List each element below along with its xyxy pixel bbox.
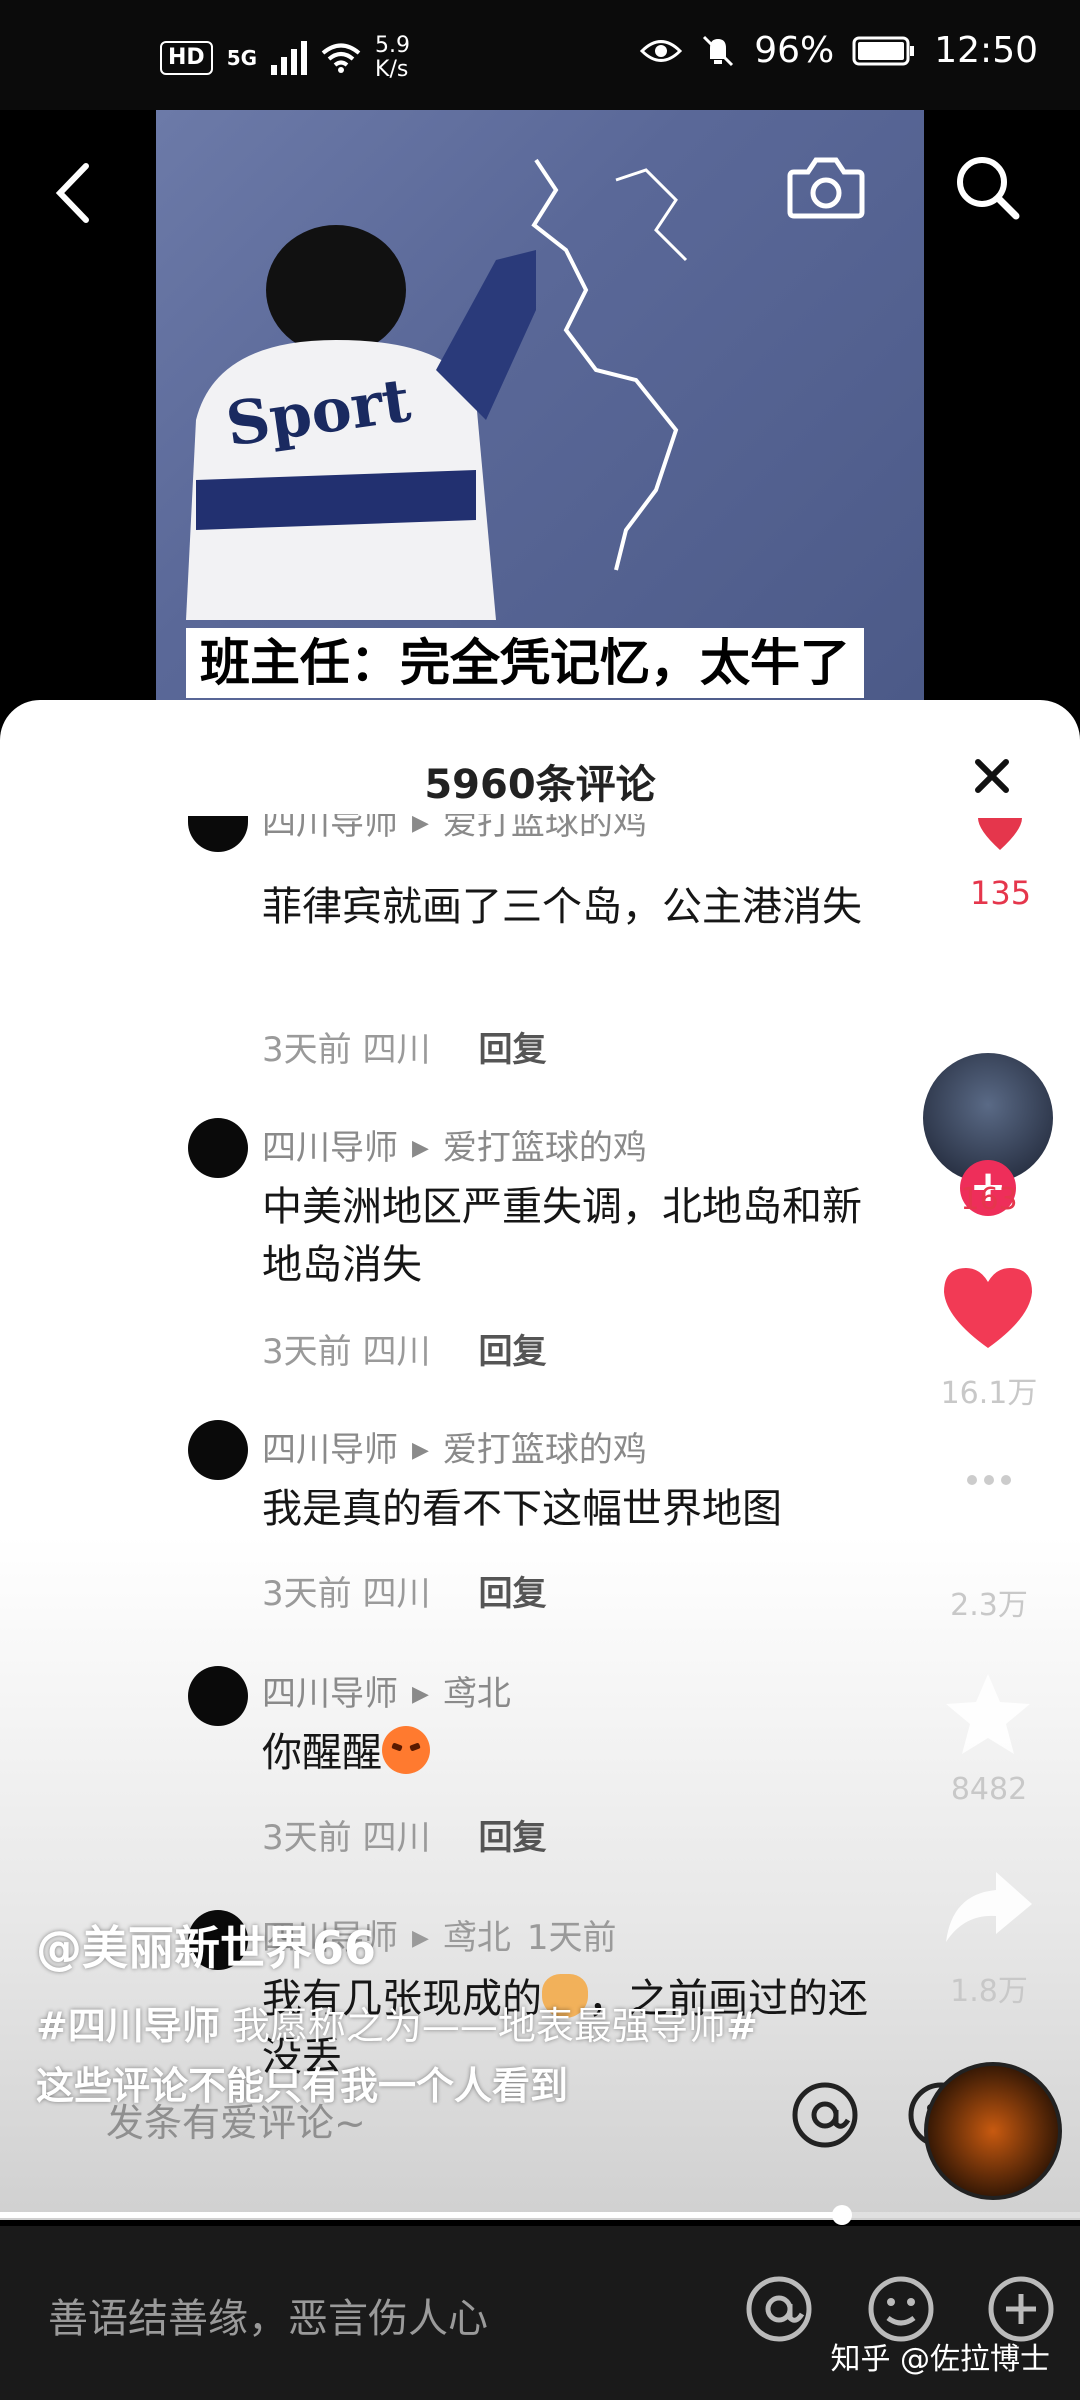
comment-like-count: 135 <box>970 874 1032 912</box>
comment-partial-avatar[interactable] <box>188 816 248 852</box>
at-mention-icon[interactable] <box>744 2274 814 2344</box>
shares-count: 1.8万 <box>950 1974 1028 2009</box>
camera-icon[interactable] <box>786 152 866 222</box>
comment-time: 1天前 <box>526 1918 617 1958</box>
like-heart-icon[interactable] <box>974 818 1026 852</box>
reply-to-username[interactable]: 鸢北 <box>443 1674 511 1714</box>
reply-to-username[interactable]: 爱打篮球的鸡 <box>443 1128 647 1168</box>
comment-text: 我是真的看不下这幅世界地图 <box>262 1486 782 1532</box>
wifi-icon <box>321 43 361 73</box>
comment-bubble-icon[interactable] <box>940 1450 1036 1530</box>
reply-to-username[interactable]: 爱打篮球的鸡 <box>443 1430 647 1470</box>
comment-meta: 四川导师 ▶ 爱打篮球的鸡 <box>262 1422 647 1471</box>
comment-footer: 3天前 四川 回复 <box>262 1818 547 1858</box>
search-icon[interactable] <box>952 152 1022 222</box>
comment-meta: 四川导师 ▶ 爱打篮球的鸡 <box>262 814 647 846</box>
back-arrow-icon[interactable] <box>52 160 96 226</box>
comments-count: 2.3万 <box>950 1588 1028 1623</box>
reply-button[interactable]: 回复 <box>478 1030 546 1070</box>
comment-avatar[interactable] <box>188 1420 248 1480</box>
comment-meta: 四川导师 ▶ 爱打篮球的鸡 <box>262 1120 647 1169</box>
reply-to-username[interactable]: 爱打篮球的鸡 <box>443 814 647 843</box>
comment-footer: 3天前 四川 回复 <box>262 1030 547 1070</box>
favorites-count: 8482 <box>950 1772 1028 1807</box>
reply-button[interactable]: 回复 <box>478 1574 546 1614</box>
reply-to-username[interactable]: 鸢北 <box>443 1918 511 1958</box>
likes-count: 16.1万 <box>940 1376 1038 1411</box>
video-progress-bar[interactable] <box>0 2205 1080 2225</box>
comments-count-title: 5960条评论 <box>424 762 656 808</box>
reply-arrow-icon: ▶ <box>412 1682 429 1707</box>
comment-footer: 3天前 四川 回复 <box>262 1332 547 1372</box>
bottom-comment-input[interactable]: 善语结善缘，恶言伤人心 <box>48 2286 488 2344</box>
video-caption: 班主任：完全凭记忆，太牛了 <box>186 628 864 698</box>
comment-username[interactable]: 四川导师 <box>262 1674 398 1714</box>
video-player[interactable]: Sport 班主任：完全凭记忆，太牛了 <box>0 110 1080 700</box>
video-description: #四川导师 我愿称之为——地表最强导师#这些评论不能只有我一个人看到 <box>36 2004 758 2108</box>
clock: 12:50 <box>934 30 1038 71</box>
reply-arrow-icon: ▶ <box>412 814 429 836</box>
comment-username[interactable]: 四川导师 <box>262 1128 398 1168</box>
eye-icon <box>640 39 683 62</box>
comment-text: 你醒醒 <box>262 1724 882 1782</box>
comment-footer: 3天前 四川 回复 <box>262 1574 547 1614</box>
comment-meta: 四川导师 ▶ 鸢北 <box>262 1666 511 1715</box>
hashtag-link[interactable]: #四川导师 <box>36 2004 220 2048</box>
battery-percent: 96% <box>754 30 835 71</box>
reply-arrow-icon: ▶ <box>412 1438 429 1463</box>
battery-icon <box>852 36 915 65</box>
like-heart-icon[interactable] <box>938 1262 1038 1352</box>
hd-indicator: HD <box>160 41 213 75</box>
network-speed: 5.9 K/s <box>375 33 411 82</box>
progress-fill <box>0 2212 843 2218</box>
comment-username[interactable]: 四川导师 <box>262 814 398 843</box>
share-arrow-icon[interactable] <box>940 1868 1036 1948</box>
watermark-text: 知乎 @佐拉博士 <box>830 2342 1050 2377</box>
music-disc-icon[interactable] <box>924 2062 1062 2200</box>
reply-arrow-icon: ▶ <box>412 1926 429 1951</box>
network-type: 5G <box>226 46 258 70</box>
angry-emoji-icon <box>382 1726 430 1774</box>
follow-count: 163 <box>960 1182 1018 1217</box>
comment-username[interactable]: 四川导师 <box>262 1430 398 1470</box>
comment-avatar[interactable] <box>188 1118 248 1178</box>
mute-bell-icon <box>703 35 734 66</box>
progress-handle[interactable] <box>832 2205 853 2225</box>
at-mention-icon[interactable] <box>790 2080 860 2150</box>
reply-button[interactable]: 回复 <box>478 1818 546 1858</box>
comment-text: 中美洲地区严重失调，北地岛和新地岛消失 <box>262 1184 862 1288</box>
close-icon[interactable] <box>972 756 1012 796</box>
reply-arrow-icon: ▶ <box>412 1136 429 1161</box>
reply-button[interactable]: 回复 <box>478 1332 546 1372</box>
author-handle[interactable]: @美丽新世界66 <box>36 1912 376 1978</box>
signal-icon <box>271 41 308 75</box>
comment-text: 菲律宾就画了三个岛，公主港消失 <box>262 884 862 930</box>
star-favorite-icon[interactable] <box>940 1670 1036 1760</box>
comment-avatar[interactable] <box>188 1666 248 1726</box>
status-bar: HD 5G 5.9 K/s 96% 12:50 <box>0 0 1080 110</box>
